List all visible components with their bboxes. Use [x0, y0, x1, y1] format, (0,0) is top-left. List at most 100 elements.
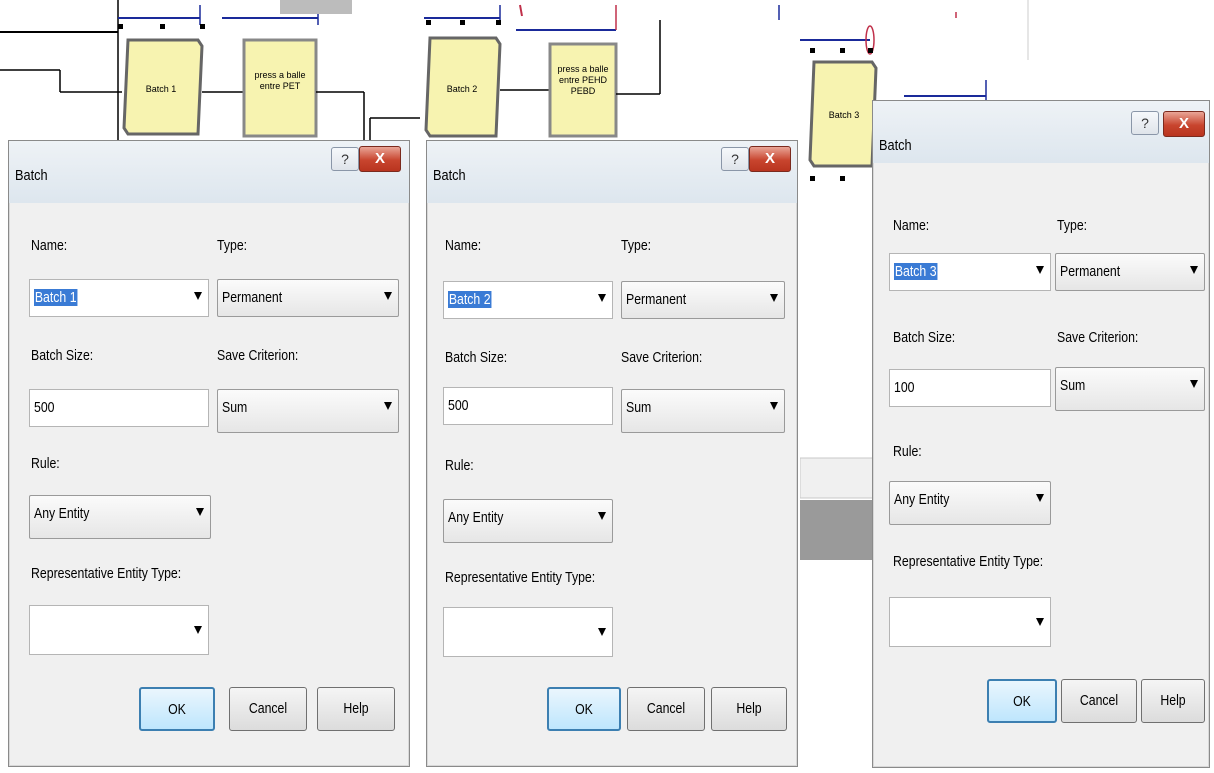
save-criterion-select[interactable]: Sum — [217, 389, 399, 433]
svg-text:PEBD: PEBD — [571, 86, 596, 96]
name-combobox[interactable]: Batch 2 — [443, 281, 613, 319]
chevron-down-icon[interactable] — [194, 292, 202, 300]
batch-dialog-1: Batch ? X Name: Type: Batch 1 Permanent … — [8, 140, 410, 767]
ok-label: OK — [575, 701, 593, 718]
flowchart-area-1: Batch 1 press a balle entre PET — [0, 0, 420, 140]
type-label: Type: — [217, 237, 248, 254]
cancel-button[interactable]: Cancel — [627, 687, 705, 731]
svg-text:entre PET: entre PET — [260, 81, 301, 91]
name-label: Name: — [445, 237, 482, 254]
rule-label: Rule: — [31, 455, 60, 472]
save-criterion-value: Sum — [222, 399, 248, 416]
ok-button[interactable]: OK — [987, 679, 1057, 723]
save-criterion-label: Save Criterion: — [217, 347, 299, 364]
help-button[interactable]: Help — [1141, 679, 1205, 723]
representative-entity-type-combobox[interactable] — [443, 607, 613, 657]
batch-size-input[interactable]: 100 — [889, 369, 1051, 407]
save-criterion-label: Save Criterion: — [1057, 329, 1139, 346]
help-title-button[interactable]: ? — [331, 147, 359, 171]
chevron-down-icon[interactable] — [598, 512, 606, 520]
representative-entity-type-label: Representative Entity Type: — [445, 569, 596, 586]
panel-1: Batch 1 press a balle entre PET Batch ? … — [0, 0, 420, 773]
rule-label: Rule: — [445, 457, 474, 474]
name-combobox[interactable]: Batch 3 — [889, 253, 1051, 291]
chevron-down-icon[interactable] — [598, 294, 606, 302]
rule-label: Rule: — [893, 443, 922, 460]
chevron-down-icon[interactable] — [384, 402, 392, 410]
help-title-button[interactable]: ? — [721, 147, 749, 171]
rule-value: Any Entity — [448, 509, 504, 526]
batch-size-input[interactable]: 500 — [29, 389, 209, 427]
cancel-button[interactable]: Cancel — [229, 687, 307, 731]
cancel-button[interactable]: Cancel — [1061, 679, 1137, 723]
batch-size-input[interactable]: 500 — [443, 387, 613, 425]
ok-label: OK — [168, 701, 186, 718]
close-button[interactable]: X — [1163, 111, 1205, 137]
rule-value: Any Entity — [34, 505, 90, 522]
panel-3: Batch 3 Batch ? X Name: Type: Batch 3 Pe… — [800, 0, 1214, 773]
dialog-title: Batch — [15, 167, 48, 184]
name-combobox[interactable]: Batch 1 — [29, 279, 209, 317]
chevron-down-icon[interactable] — [1190, 266, 1198, 274]
type-select[interactable]: Permanent — [1055, 253, 1205, 291]
close-button[interactable]: X — [749, 146, 791, 172]
rule-select[interactable]: Any Entity — [29, 495, 211, 539]
help-button[interactable]: Help — [317, 687, 395, 731]
svg-text:entre PEHD: entre PEHD — [559, 75, 608, 85]
chevron-down-icon[interactable] — [194, 626, 202, 634]
cancel-label: Cancel — [646, 700, 686, 717]
block-label: Batch 2 — [447, 84, 478, 94]
type-label: Type: — [1057, 217, 1088, 234]
save-criterion-label: Save Criterion: — [621, 349, 703, 366]
chevron-down-icon[interactable] — [1036, 266, 1044, 274]
chevron-down-icon[interactable] — [1036, 618, 1044, 626]
svg-text:Batch 2: Batch 2 — [447, 84, 478, 94]
chevron-down-icon[interactable] — [770, 294, 778, 302]
name-value: Batch 3 — [894, 263, 938, 280]
batch-size-label: Batch Size: — [445, 349, 508, 366]
block-label: press a balle — [254, 70, 305, 80]
name-label: Name: — [893, 217, 930, 234]
batch-size-value: 500 — [448, 397, 469, 414]
name-value: Batch 2 — [448, 291, 492, 308]
rule-select[interactable]: Any Entity — [889, 481, 1051, 525]
type-value: Permanent — [1060, 263, 1121, 280]
block-label: Batch 1 — [146, 84, 177, 94]
save-criterion-select[interactable]: Sum — [1055, 367, 1205, 411]
save-criterion-select[interactable]: Sum — [621, 389, 785, 433]
chevron-down-icon[interactable] — [770, 402, 778, 410]
help-label: Help — [736, 700, 762, 717]
chevron-down-icon[interactable] — [1036, 494, 1044, 502]
type-value: Permanent — [222, 289, 283, 306]
representative-entity-type-combobox[interactable] — [29, 605, 209, 655]
chevron-down-icon[interactable] — [1190, 380, 1198, 388]
batch-size-label: Batch Size: — [893, 329, 956, 346]
representative-entity-type-label: Representative Entity Type: — [893, 553, 1044, 570]
cancel-label: Cancel — [248, 700, 288, 717]
ok-button[interactable]: OK — [547, 687, 621, 731]
chevron-down-icon[interactable] — [598, 628, 606, 636]
svg-text:press a balle: press a balle — [254, 70, 305, 80]
dialog-titlebar: Batch ? X — [427, 141, 797, 203]
dialog-title: Batch — [433, 167, 466, 184]
block-label: press a balle — [557, 64, 608, 74]
svg-text:press a balle: press a balle — [557, 64, 608, 74]
chevron-down-icon[interactable] — [384, 292, 392, 300]
screenshot-canvas: Batch 1 press a balle entre PET Batch ? … — [0, 0, 1214, 773]
type-select[interactable]: Permanent — [217, 279, 399, 317]
type-select[interactable]: Permanent — [621, 281, 785, 319]
representative-entity-type-label: Representative Entity Type: — [31, 565, 182, 582]
rule-select[interactable]: Any Entity — [443, 499, 613, 543]
close-button[interactable]: X — [359, 146, 401, 172]
help-button[interactable]: Help — [711, 687, 787, 731]
ok-label: OK — [1013, 693, 1031, 710]
panel-2: Batch 2 press a balle entre PEHD PEBD Ba… — [424, 0, 802, 773]
chevron-down-icon[interactable] — [196, 508, 204, 516]
batch-size-value: 100 — [894, 379, 915, 396]
svg-text:Batch 3: Batch 3 — [829, 110, 860, 120]
type-label: Type: — [621, 237, 652, 254]
flowchart-area-2: Batch 2 press a balle entre PEHD PEBD — [424, 4, 780, 138]
help-title-button[interactable]: ? — [1131, 111, 1159, 135]
ok-button[interactable]: OK — [139, 687, 215, 731]
representative-entity-type-combobox[interactable] — [889, 597, 1051, 647]
